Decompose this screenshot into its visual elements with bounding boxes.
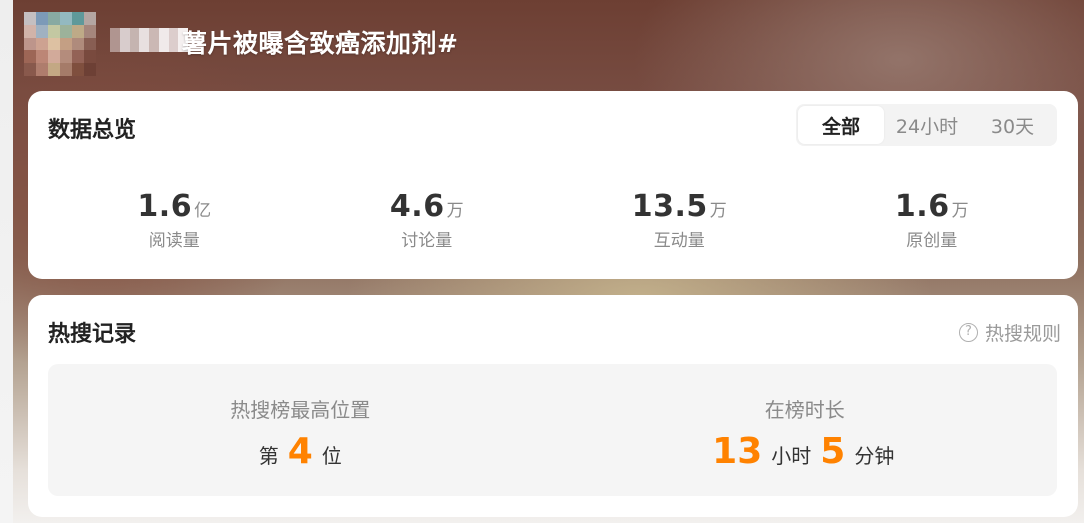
stat-read-count: 1.6 亿 阅读量	[48, 189, 301, 259]
topic-header: 薯片被曝含致癌添加剂#	[24, 12, 1064, 82]
stat-value: 13.5	[631, 189, 708, 224]
stat-value: 4.6	[389, 189, 445, 224]
stat-interaction-count: 13.5 万 互动量	[553, 189, 806, 259]
stat-unit: 万	[446, 201, 464, 221]
tab-30-days[interactable]: 30天	[970, 106, 1055, 144]
username-blurred[interactable]	[110, 28, 188, 52]
stat-unit: 万	[709, 201, 727, 221]
hot-search-rules-link[interactable]: ? 热搜规则	[958, 319, 1061, 346]
duration-minutes: 5	[820, 431, 846, 472]
rank-prefix: 第	[258, 444, 279, 468]
stat-discussion-count: 4.6 万 讨论量	[301, 189, 554, 259]
highest-position-label: 热搜榜最高位置	[230, 398, 371, 422]
section-title: 数据总览	[48, 118, 137, 143]
stat-label: 互动量	[653, 231, 705, 251]
data-overview-card: 数据总览 全部 24小时 30天 1.6 亿 阅读量 4.6 万 讨论量 13.5 万…	[28, 91, 1078, 279]
tab-24-hours[interactable]: 24小时	[884, 106, 970, 144]
duration-block: 在榜时长 13 小时 5 分钟	[553, 364, 1058, 496]
rules-label: 热搜规则	[984, 323, 1061, 345]
tab-all[interactable]: 全部	[798, 106, 884, 144]
stat-value: 1.6	[894, 189, 950, 224]
rank-value: 4	[287, 431, 313, 472]
stat-label: 阅读量	[148, 231, 200, 251]
hours-unit: 小时	[771, 444, 812, 468]
stat-value: 1.6	[137, 189, 193, 224]
topic-title: 薯片被曝含致癌添加剂#	[182, 29, 459, 58]
hot-search-record-card: 热搜记录 ? 热搜规则 热搜榜最高位置 第 4 位 在榜时长 13 小时 5 分…	[28, 295, 1078, 517]
question-circle-icon: ?	[958, 323, 978, 342]
minutes-unit: 分钟	[854, 444, 895, 468]
stat-label: 讨论量	[401, 231, 453, 251]
highest-position-block: 热搜榜最高位置 第 4 位	[48, 364, 553, 496]
stats-row: 1.6 亿 阅读量 4.6 万 讨论量 13.5 万 互动量 1.6 万 原创量	[48, 189, 1058, 259]
stat-unit: 亿	[194, 201, 212, 221]
window-left-edge	[0, 0, 13, 523]
rank-suffix: 位	[321, 444, 342, 468]
stat-original-count: 1.6 万 原创量	[806, 189, 1059, 259]
section-title: 热搜记录	[48, 322, 137, 347]
hot-search-stats-panel: 热搜榜最高位置 第 4 位 在榜时长 13 小时 5 分钟	[48, 364, 1057, 496]
avatar[interactable]	[24, 12, 96, 76]
duration-hours: 13	[712, 431, 763, 472]
duration-label: 在榜时长	[764, 398, 845, 422]
time-range-tabs: 全部 24小时 30天	[796, 104, 1057, 146]
stat-label: 原创量	[906, 231, 958, 251]
stat-unit: 万	[951, 201, 969, 221]
